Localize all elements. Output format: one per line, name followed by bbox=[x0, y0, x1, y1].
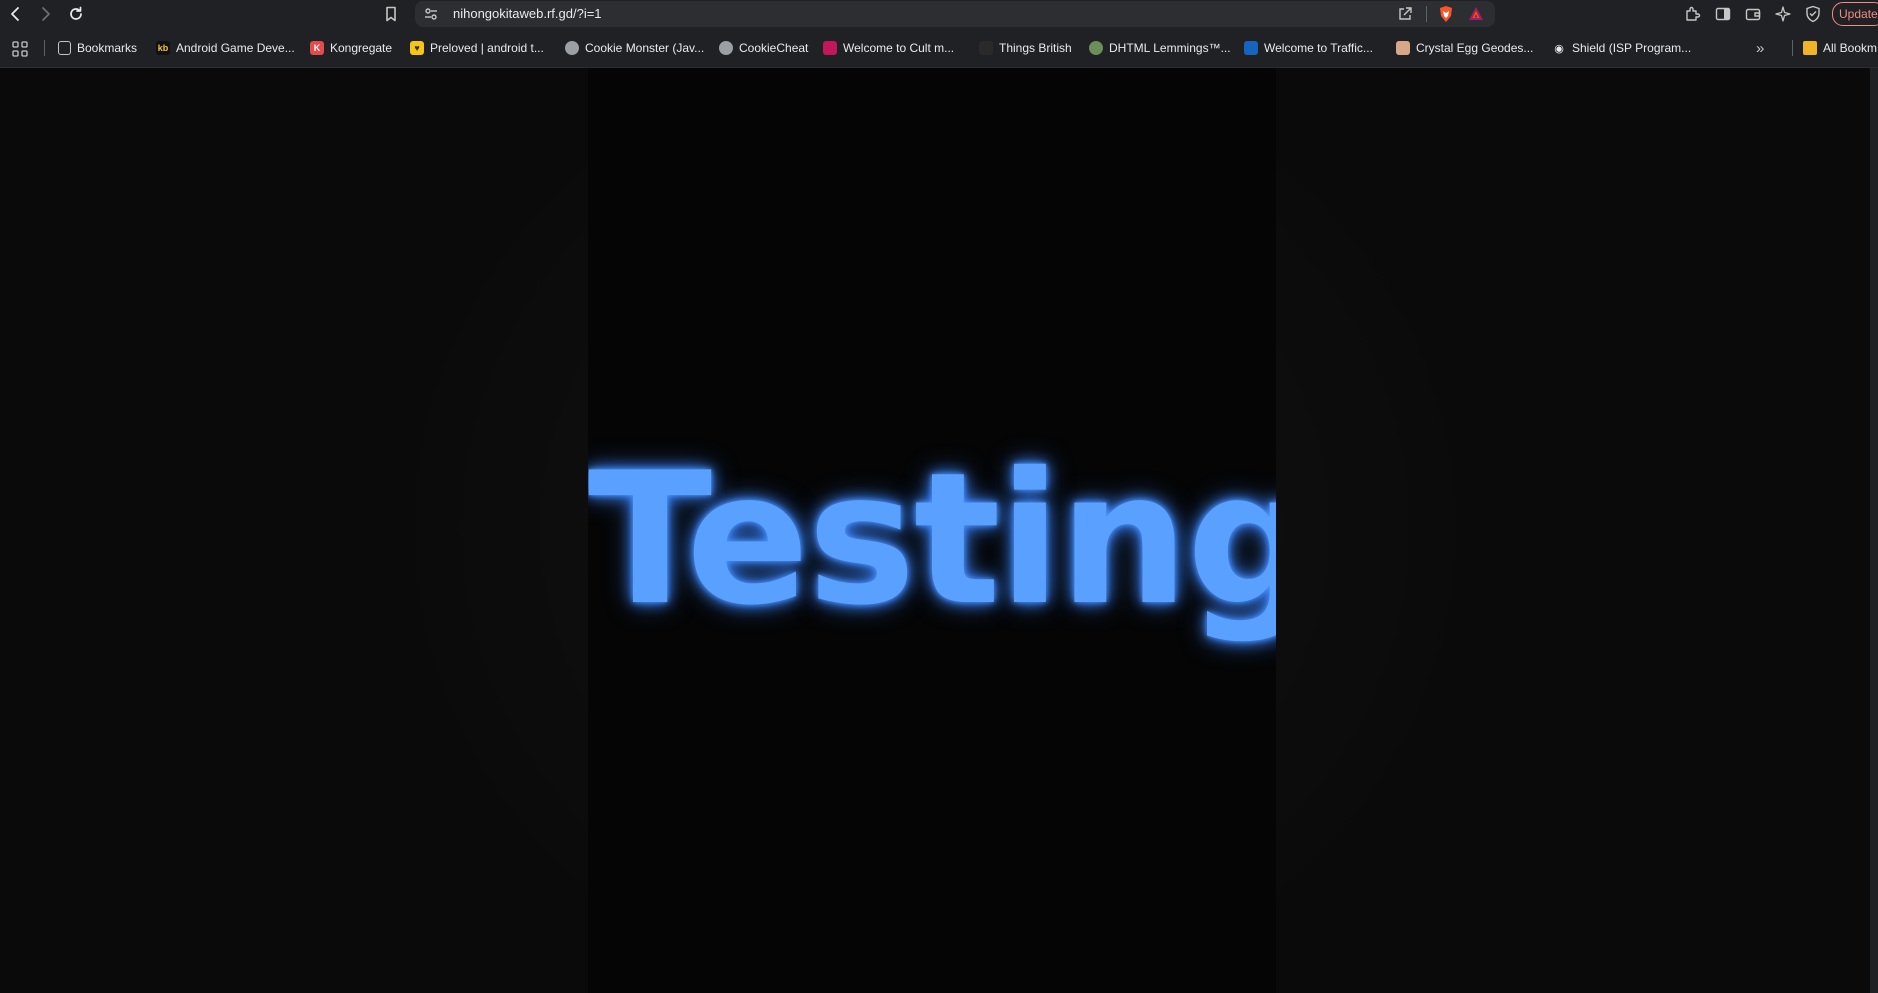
bookmark-cookiecheat[interactable]: CookieCheat bbox=[719, 38, 808, 58]
content-stage: Testing bbox=[588, 68, 1276, 993]
kb-icon: kb bbox=[156, 41, 170, 55]
bookmark-label: Cookie Monster (Jav... bbox=[585, 41, 705, 55]
traffic-icon bbox=[1244, 41, 1258, 55]
reload-icon bbox=[70, 6, 82, 20]
all-bookmarks-label: All Bookm bbox=[1823, 41, 1878, 55]
bookmark-kongregate[interactable]: K Kongregate bbox=[310, 38, 392, 58]
bookmark-label: DHTML Lemmings™... bbox=[1109, 41, 1231, 55]
brave-shields-icon[interactable] bbox=[1437, 5, 1455, 23]
bookmark-cookie-monster[interactable]: Cookie Monster (Jav... bbox=[565, 38, 704, 58]
preloved-icon: ♥ bbox=[410, 41, 424, 55]
site-settings-icon[interactable] bbox=[423, 6, 439, 22]
bookmark-label: Welcome to Cult m... bbox=[843, 41, 955, 55]
browser-toolbar: nihongokitaweb.rf.gd/?i=1 Update bbox=[0, 0, 1878, 28]
bookmark-page-icon[interactable] bbox=[382, 5, 400, 23]
shield-icon: ◉ bbox=[1554, 42, 1564, 55]
bookmark-label: Preloved | android t... bbox=[430, 41, 544, 55]
bookmark-preloved[interactable]: ♥ Preloved | android t... bbox=[410, 38, 544, 58]
folder-icon bbox=[1803, 41, 1817, 55]
leo-ai-icon[interactable] bbox=[1774, 5, 1792, 23]
cult-icon bbox=[823, 41, 837, 55]
sidebar-toggle-icon[interactable] bbox=[1714, 5, 1732, 23]
update-button[interactable]: Update bbox=[1832, 2, 1878, 26]
bookmarks-overflow-button[interactable]: » bbox=[1756, 38, 1764, 58]
back-arrow-icon bbox=[11, 7, 19, 21]
glowing-heading: Testing bbox=[588, 433, 1276, 645]
bookmark-label: Welcome to Traffic... bbox=[1264, 41, 1373, 55]
bookmark-label: CookieCheat bbox=[739, 41, 809, 55]
globe-icon bbox=[719, 41, 733, 55]
bookmark-label: Kongregate bbox=[330, 41, 393, 55]
apps-grid-icon[interactable] bbox=[11, 40, 29, 58]
bookmark-crystal-egg[interactable]: Crystal Egg Geodes... bbox=[1396, 38, 1533, 58]
browser-window: nihongokitaweb.rf.gd/?i=1 Update Bookmar… bbox=[0, 0, 1878, 993]
bookmark-shield-isp[interactable]: ◉ Shield (ISP Program... bbox=[1552, 38, 1691, 58]
extensions-puzzle-icon[interactable] bbox=[1683, 5, 1701, 23]
share-icon[interactable] bbox=[1397, 6, 1413, 22]
all-bookmarks-button[interactable]: All Bookm bbox=[1803, 38, 1877, 58]
bookmark-dhtml-lemmings[interactable]: DHTML Lemmings™... bbox=[1089, 38, 1231, 58]
crystal-egg-icon bbox=[1396, 41, 1410, 55]
bookmark-label: Android Game Deve... bbox=[176, 41, 295, 55]
bookmark-traffic[interactable]: Welcome to Traffic... bbox=[1244, 38, 1373, 58]
bookmark-cult[interactable]: Welcome to Cult m... bbox=[823, 38, 954, 58]
kongregate-icon: K bbox=[310, 41, 324, 55]
bookmarks-icon bbox=[58, 41, 71, 55]
page-viewport: Testing bbox=[0, 68, 1870, 993]
bookmarks-separator bbox=[44, 40, 45, 56]
wallet-icon[interactable] bbox=[1744, 5, 1762, 23]
bookmark-things-british[interactable]: Things British bbox=[979, 38, 1072, 58]
url-text[interactable]: nihongokitaweb.rf.gd/?i=1 bbox=[453, 6, 602, 21]
globe-icon bbox=[565, 41, 579, 55]
omnibox-divider bbox=[1426, 6, 1427, 22]
bookmarks-bar: Bookmarks kb Android Game Deve... K Kong… bbox=[0, 28, 1878, 68]
forward-button[interactable] bbox=[33, 2, 57, 26]
reload-button[interactable] bbox=[64, 2, 88, 26]
page-scrollbar[interactable] bbox=[1870, 68, 1878, 993]
bookmark-label: Bookmarks bbox=[77, 41, 138, 55]
bookmark-label: Things British bbox=[999, 41, 1072, 55]
things-british-icon bbox=[979, 41, 993, 55]
lemmings-icon bbox=[1089, 41, 1103, 55]
vpn-shield-icon[interactable] bbox=[1804, 5, 1822, 23]
back-button[interactable] bbox=[4, 2, 28, 26]
bookmark-android-game-dev[interactable]: kb Android Game Deve... bbox=[156, 38, 295, 58]
bookmark-label: Shield (ISP Program... bbox=[1572, 41, 1692, 55]
bookmark-label: Crystal Egg Geodes... bbox=[1416, 41, 1534, 55]
bookmarks-separator-right bbox=[1792, 40, 1793, 56]
brave-rewards-icon[interactable] bbox=[1467, 5, 1485, 23]
address-bar[interactable]: nihongokitaweb.rf.gd/?i=1 bbox=[415, 1, 1495, 27]
bookmark-bookmarks[interactable]: Bookmarks bbox=[58, 38, 137, 58]
forward-arrow-icon bbox=[42, 7, 50, 21]
